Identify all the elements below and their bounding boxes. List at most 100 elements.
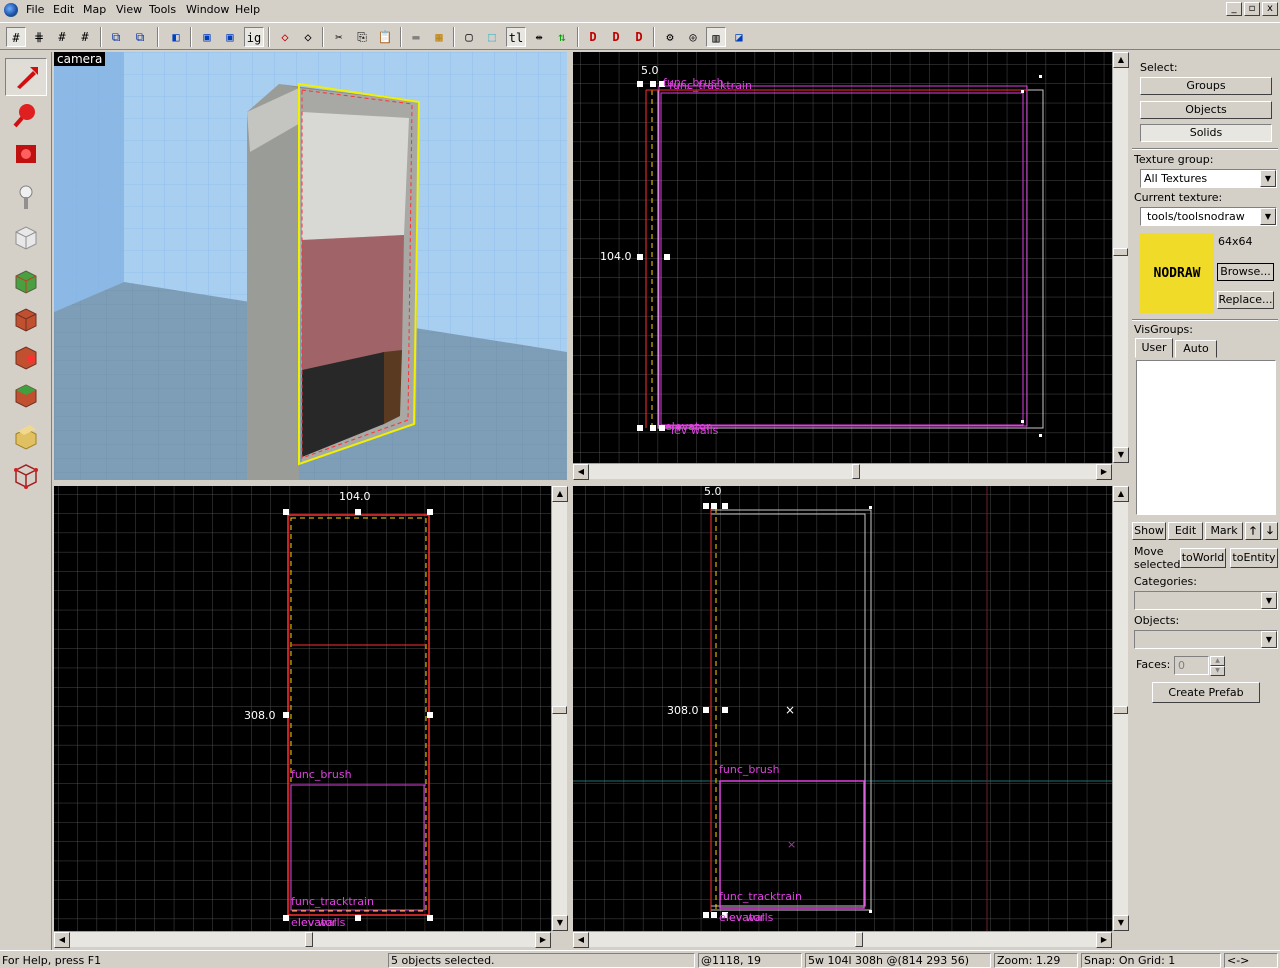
top-vscrollbar[interactable]: ▲ ▼ bbox=[1112, 52, 1129, 463]
replace-button[interactable]: Replace... bbox=[1217, 291, 1274, 309]
front-hscrollbar[interactable]: ◀ ▶ bbox=[54, 931, 551, 948]
viewport-label[interactable]: camera bbox=[54, 52, 106, 66]
spin-up-icon[interactable]: ▲ bbox=[1210, 656, 1225, 666]
faces-spinner[interactable]: ▲ ▼ bbox=[1210, 656, 1225, 676]
scroll-down-icon[interactable]: ▼ bbox=[1113, 915, 1129, 931]
windows-icon[interactable]: ◪ bbox=[729, 27, 749, 47]
cut-icon[interactable]: ✂ bbox=[329, 27, 349, 47]
tab-user[interactable]: User bbox=[1135, 338, 1173, 358]
grid-larger-icon[interactable]: # bbox=[75, 27, 95, 47]
radius-culling-icon[interactable]: D bbox=[583, 27, 603, 47]
block-tool-icon[interactable] bbox=[5, 218, 47, 256]
texture-lock-button[interactable]: ig bbox=[244, 27, 264, 47]
scroll-down-icon[interactable]: ▼ bbox=[552, 915, 568, 931]
grid-3d-icon[interactable]: ⋕ bbox=[29, 27, 49, 47]
solids-button[interactable]: Solids bbox=[1140, 124, 1272, 142]
scroll-thumb[interactable] bbox=[855, 932, 863, 947]
menu-map[interactable]: Map bbox=[83, 3, 106, 16]
objects-button[interactable]: Objects bbox=[1140, 101, 1272, 119]
dropdown-arrow-icon[interactable]: ▼ bbox=[1261, 631, 1277, 648]
scroll-left-icon[interactable]: ◀ bbox=[573, 932, 589, 948]
flip-horizontal-icon[interactable]: ⇹ bbox=[529, 27, 549, 47]
pattern-icon[interactable]: ▦ bbox=[429, 27, 449, 47]
move-up-icon[interactable]: 🡑 bbox=[1245, 522, 1261, 540]
scroll-left-icon[interactable]: ◀ bbox=[54, 932, 70, 948]
vertex-tool-icon[interactable] bbox=[5, 456, 47, 494]
scroll-thumb[interactable] bbox=[1113, 248, 1128, 256]
cube-outline-icon[interactable]: ◇ bbox=[298, 27, 318, 47]
scroll-thumb[interactable] bbox=[852, 464, 860, 479]
groups-button[interactable]: Groups bbox=[1140, 77, 1272, 95]
paste-icon[interactable]: 📋 bbox=[375, 27, 395, 47]
menu-window[interactable]: Window bbox=[186, 3, 229, 16]
flip-vertical-icon[interactable]: ⇅ bbox=[552, 27, 572, 47]
menu-file[interactable]: File bbox=[26, 3, 44, 16]
app-globe-icon[interactable] bbox=[4, 3, 18, 17]
camera-viewport[interactable]: camera bbox=[54, 52, 567, 480]
dropdown-arrow-icon[interactable]: ▼ bbox=[1260, 170, 1276, 187]
scroll-thumb[interactable] bbox=[552, 706, 567, 714]
sphere-icon[interactable]: ◎ bbox=[683, 27, 703, 47]
bounds-icon[interactable]: ▢ bbox=[459, 27, 479, 47]
scroll-thumb[interactable] bbox=[305, 932, 313, 947]
scroll-up-icon[interactable]: ▲ bbox=[552, 486, 568, 502]
overlay-tool-icon[interactable] bbox=[5, 376, 47, 414]
move-down-icon[interactable]: 🡓 bbox=[1262, 522, 1278, 540]
close-button[interactable]: x bbox=[1262, 2, 1278, 16]
spin-down-icon[interactable]: ▼ bbox=[1210, 666, 1225, 676]
solid-gray-icon[interactable]: ▬ bbox=[406, 27, 426, 47]
decal-tool-icon[interactable] bbox=[5, 338, 47, 376]
faces-input[interactable]: 0 bbox=[1174, 656, 1209, 675]
menu-help[interactable]: Help bbox=[235, 3, 260, 16]
wireframe-icon[interactable]: ▥ bbox=[706, 27, 726, 47]
front-viewport[interactable]: 104.0 308.0 func_brush func_tracktrain e… bbox=[54, 486, 551, 931]
top-viewport[interactable]: 5.0 104.0 func_brush func_tracktrain ele… bbox=[573, 52, 1112, 463]
top-hscrollbar[interactable]: ◀ ▶ bbox=[573, 463, 1112, 480]
dim-icon[interactable]: D bbox=[629, 27, 649, 47]
side-hscrollbar[interactable]: ◀ ▶ bbox=[573, 931, 1112, 948]
show-button[interactable]: Show bbox=[1132, 522, 1166, 540]
copy-icon[interactable]: ⎘ bbox=[352, 27, 372, 47]
menu-view[interactable]: View bbox=[116, 3, 142, 16]
scroll-left-icon[interactable]: ◀ bbox=[573, 464, 589, 480]
scroll-thumb[interactable] bbox=[1113, 706, 1128, 714]
scroll-down-icon[interactable]: ▼ bbox=[1113, 447, 1129, 463]
scroll-right-icon[interactable]: ▶ bbox=[1096, 464, 1112, 480]
menu-tools[interactable]: Tools bbox=[149, 3, 176, 16]
tab-auto[interactable]: Auto bbox=[1175, 340, 1217, 358]
side-vscrollbar[interactable]: ▲ ▼ bbox=[1112, 486, 1129, 931]
edit-button[interactable]: Edit bbox=[1168, 522, 1203, 540]
dropdown-arrow-icon[interactable]: ▼ bbox=[1260, 208, 1276, 225]
scroll-up-icon[interactable]: ▲ bbox=[1113, 52, 1129, 68]
scroll-right-icon[interactable]: ▶ bbox=[1096, 932, 1112, 948]
select-bounds-icon[interactable]: ⬚ bbox=[482, 27, 502, 47]
texture-app-tool-icon[interactable] bbox=[5, 262, 47, 300]
carve-icon[interactable]: ◧ bbox=[166, 27, 186, 47]
hide-unselected-icon[interactable]: ▣ bbox=[220, 27, 240, 47]
visgroups-list[interactable] bbox=[1136, 360, 1276, 515]
to-world-button[interactable]: toWorld bbox=[1180, 548, 1226, 568]
create-prefab-button[interactable]: Create Prefab bbox=[1152, 682, 1260, 703]
texture-group-select[interactable]: All Textures ▼ bbox=[1140, 169, 1277, 188]
cube-red-icon[interactable]: ◇ bbox=[275, 27, 295, 47]
camera-tool-icon[interactable] bbox=[5, 134, 47, 172]
displacement-icon[interactable]: D bbox=[606, 27, 626, 47]
side-viewport[interactable]: × × 5.0 308.0 func_brush func_tracktrain… bbox=[573, 486, 1112, 931]
minimize-button[interactable]: _ bbox=[1226, 2, 1242, 16]
clipping-tool-icon[interactable] bbox=[5, 418, 47, 456]
categories-select[interactable]: ▼ bbox=[1134, 591, 1278, 610]
scroll-right-icon[interactable]: ▶ bbox=[535, 932, 551, 948]
magnify-tool-icon[interactable] bbox=[5, 96, 47, 134]
menu-edit[interactable]: Edit bbox=[53, 3, 74, 16]
to-entity-button[interactable]: toEntity bbox=[1230, 548, 1278, 568]
group-icon[interactable]: ⧉ bbox=[106, 27, 126, 47]
wrench-icon[interactable]: ⚙ bbox=[660, 27, 680, 47]
selection-tool-icon[interactable] bbox=[5, 58, 47, 96]
front-vscrollbar[interactable]: ▲ ▼ bbox=[551, 486, 568, 931]
dropdown-arrow-icon[interactable]: ▼ bbox=[1261, 592, 1277, 609]
objects-select[interactable]: ▼ bbox=[1134, 630, 1278, 649]
apply-texture-tool-icon[interactable] bbox=[5, 300, 47, 338]
restore-button[interactable]: ▫ bbox=[1244, 2, 1260, 16]
hide-selected-icon[interactable]: ▣ bbox=[197, 27, 217, 47]
grid-toggle-icon[interactable]: # bbox=[6, 27, 26, 47]
